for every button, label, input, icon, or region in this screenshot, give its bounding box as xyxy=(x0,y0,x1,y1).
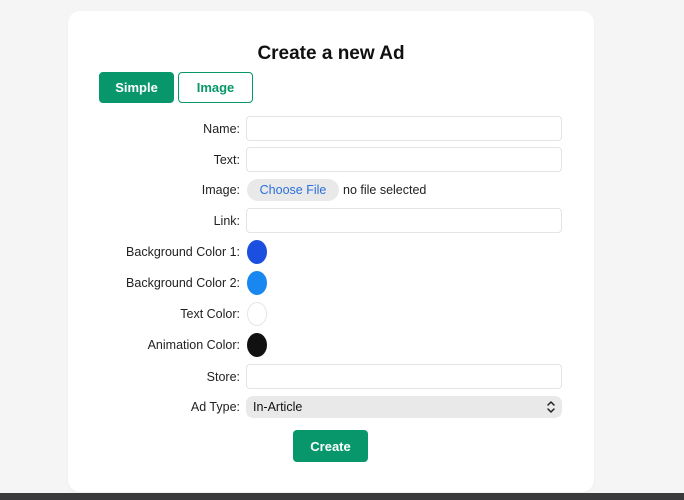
text-row: Text: xyxy=(68,147,594,173)
image-label: Image: xyxy=(201,183,240,197)
anim-color-row: Animation Color: xyxy=(68,332,594,358)
ad-form-card: Create a new Ad Simple Image Name: Text:… xyxy=(68,11,594,492)
text-label: Text: xyxy=(213,153,240,167)
file-status: no file selected xyxy=(343,183,427,197)
link-input[interactable] xyxy=(246,208,562,233)
bg1-row: Background Color 1: xyxy=(68,239,594,265)
choose-file-button[interactable]: Choose File xyxy=(247,179,339,201)
text-color-label: Text Color: xyxy=(180,307,240,321)
create-button[interactable]: Create xyxy=(293,430,368,462)
store-input[interactable] xyxy=(246,364,562,389)
page-title: Create a new Ad xyxy=(257,43,405,64)
text-color-row: Text Color: xyxy=(68,301,594,327)
name-label: Name: xyxy=(203,122,240,136)
bg1-color-picker[interactable] xyxy=(247,240,267,264)
tab-simple[interactable]: Simple xyxy=(99,72,174,103)
text-input[interactable] xyxy=(246,147,562,172)
ad-type-value: In-Article xyxy=(253,400,303,414)
ad-type-row: Ad Type: In-Article xyxy=(68,394,594,420)
bottom-bar xyxy=(0,493,684,500)
bg2-label: Background Color 2: xyxy=(126,276,240,290)
link-row: Link: xyxy=(68,208,594,234)
text-color-picker[interactable] xyxy=(247,302,267,326)
chevron-up-down-icon xyxy=(547,401,555,413)
name-row: Name: xyxy=(68,116,594,142)
ad-type-select[interactable]: In-Article xyxy=(246,396,562,418)
bg2-row: Background Color 2: xyxy=(68,270,594,296)
image-row: Image: Choose File no file selected xyxy=(68,177,594,203)
name-input[interactable] xyxy=(246,116,562,141)
bg1-label: Background Color 1: xyxy=(126,245,240,259)
anim-color-picker[interactable] xyxy=(247,333,267,357)
ad-type-label: Ad Type: xyxy=(190,400,240,414)
tab-image[interactable]: Image xyxy=(178,72,253,103)
store-row: Store: xyxy=(68,364,594,390)
link-label: Link: xyxy=(213,214,240,228)
bg2-color-picker[interactable] xyxy=(247,271,267,295)
store-label: Store: xyxy=(206,370,240,384)
anim-color-label: Animation Color: xyxy=(147,338,240,352)
